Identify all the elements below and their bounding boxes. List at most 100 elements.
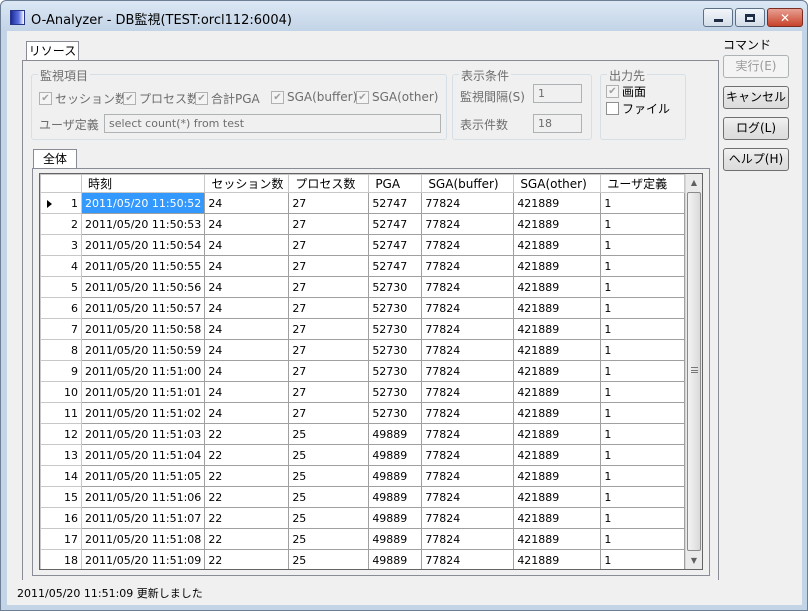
table-cell[interactable]: 2011/05/20 11:50:56	[80, 276, 206, 298]
row-header[interactable]: 3	[40, 234, 82, 256]
table-row[interactable]: 18 2011/05/20 11:51:09 22 25 49889 77824 42188…	[40, 549, 686, 569]
table-row[interactable]: 5 2011/05/20 11:50:56 24 27 52730 77824 421889…	[40, 276, 686, 298]
row-header[interactable]: 1	[40, 192, 82, 214]
table-cell[interactable]: 77824	[421, 213, 515, 235]
table-cell[interactable]: 77824	[421, 192, 515, 214]
table-cell[interactable]: 421889	[513, 255, 602, 277]
table-cell[interactable]: 2011/05/20 11:50:58	[80, 318, 206, 340]
help-button[interactable]: ヘルプ(H)	[723, 148, 789, 171]
table-cell[interactable]: 49889	[368, 507, 423, 529]
table-cell[interactable]: 1	[600, 297, 686, 319]
row-header[interactable]: 13	[40, 444, 82, 466]
table-cell[interactable]: 421889	[513, 318, 602, 340]
row-header[interactable]: 11	[40, 402, 82, 424]
row-header[interactable]: 8	[40, 339, 82, 361]
table-cell[interactable]: 52747	[368, 234, 423, 256]
row-header[interactable]: 10	[40, 381, 82, 403]
table-cell[interactable]: 1	[600, 234, 686, 256]
table-row[interactable]: 13 2011/05/20 11:51:04 22 25 49889 77824 42188…	[40, 444, 686, 466]
output-file-checkbox[interactable]: ファイル	[606, 100, 670, 117]
table-cell[interactable]: 421889	[513, 339, 602, 361]
table-cell[interactable]: 2011/05/20 11:51:00	[80, 360, 206, 382]
table-cell[interactable]: 49889	[368, 465, 423, 487]
column-header-sga-buffer[interactable]: SGA(buffer)	[421, 174, 515, 193]
table-row[interactable]: 8 2011/05/20 11:50:59 24 27 52730 77824 421889…	[40, 339, 686, 361]
row-header[interactable]: 2	[40, 213, 82, 235]
table-cell[interactable]: 22	[204, 549, 290, 569]
run-button[interactable]: 実行(E)	[723, 55, 789, 78]
table-cell[interactable]: 22	[204, 528, 290, 550]
row-header[interactable]: 6	[40, 297, 82, 319]
table-cell[interactable]: 2011/05/20 11:51:08	[80, 528, 206, 550]
table-cell[interactable]: 77824	[421, 297, 515, 319]
row-header[interactable]: 7	[40, 318, 82, 340]
table-cell[interactable]: 2011/05/20 11:50:52	[80, 192, 206, 214]
table-cell[interactable]: 2011/05/20 11:51:04	[80, 444, 206, 466]
row-header[interactable]: 17	[40, 528, 82, 550]
table-cell[interactable]: 1	[600, 528, 686, 550]
table-cell[interactable]: 24	[204, 360, 290, 382]
table-cell[interactable]: 1	[600, 255, 686, 277]
table-cell[interactable]: 421889	[513, 465, 602, 487]
table-row[interactable]: 11 2011/05/20 11:51:02 24 27 52730 77824 42188…	[40, 402, 686, 424]
row-header[interactable]: 18	[40, 549, 82, 569]
table-cell[interactable]: 52730	[368, 360, 423, 382]
table-cell[interactable]: 2011/05/20 11:51:02	[80, 402, 206, 424]
interval-field[interactable]: 1	[533, 84, 582, 103]
table-cell[interactable]: 52747	[368, 255, 423, 277]
table-row[interactable]: 6 2011/05/20 11:50:57 24 27 52730 77824 421889…	[40, 297, 686, 319]
table-cell[interactable]: 2011/05/20 11:51:09	[80, 549, 206, 569]
table-cell[interactable]: 421889	[513, 444, 602, 466]
log-button[interactable]: ログ(L)	[723, 117, 789, 140]
table-cell[interactable]: 2011/05/20 11:50:54	[80, 234, 206, 256]
row-header[interactable]: 16	[40, 507, 82, 529]
table-cell[interactable]: 22	[204, 465, 290, 487]
table-cell[interactable]: 27	[288, 213, 370, 235]
table-row[interactable]: 17 2011/05/20 11:51:08 22 25 49889 77824 42188…	[40, 528, 686, 550]
table-cell[interactable]: 52730	[368, 276, 423, 298]
maximize-button[interactable]	[735, 8, 765, 27]
scroll-down-icon[interactable]: ▼	[686, 552, 702, 569]
row-header[interactable]: 9	[40, 360, 82, 382]
table-cell[interactable]: 22	[204, 486, 290, 508]
table-cell[interactable]: 2011/05/20 11:51:07	[80, 507, 206, 529]
table-cell[interactable]: 1	[600, 549, 686, 569]
table-cell[interactable]: 49889	[368, 528, 423, 550]
table-cell[interactable]: 27	[288, 255, 370, 277]
table-cell[interactable]: 77824	[421, 360, 515, 382]
table-cell[interactable]: 27	[288, 402, 370, 424]
row-header[interactable]: 14	[40, 465, 82, 487]
table-cell[interactable]: 25	[288, 465, 370, 487]
table-cell[interactable]: 421889	[513, 192, 602, 214]
table-cell[interactable]: 25	[288, 528, 370, 550]
table-cell[interactable]: 25	[288, 507, 370, 529]
display-count-field[interactable]: 18	[533, 114, 582, 133]
scroll-up-icon[interactable]: ▲	[686, 174, 702, 191]
table-cell[interactable]: 52747	[368, 192, 423, 214]
table-cell[interactable]: 77824	[421, 423, 515, 445]
table-cell[interactable]: 22	[204, 507, 290, 529]
column-header-processes[interactable]: プロセス数	[288, 174, 370, 193]
table-cell[interactable]: 27	[288, 381, 370, 403]
output-screen-checkbox[interactable]: ✔ 画面	[606, 83, 646, 100]
table-cell[interactable]: 24	[204, 213, 290, 235]
table-cell[interactable]: 421889	[513, 360, 602, 382]
column-header-sga-other[interactable]: SGA(other)	[513, 174, 602, 193]
close-button[interactable]: ✕	[767, 8, 803, 27]
table-cell[interactable]: 49889	[368, 423, 423, 445]
row-header[interactable]: 12	[40, 423, 82, 445]
table-cell[interactable]: 1	[600, 507, 686, 529]
table-cell[interactable]: 421889	[513, 381, 602, 403]
column-header-sessions[interactable]: セッション数	[204, 174, 290, 193]
row-header[interactable]: 5	[40, 276, 82, 298]
table-cell[interactable]: 25	[288, 549, 370, 569]
table-cell[interactable]: 77824	[421, 486, 515, 508]
table-cell[interactable]: 1	[600, 381, 686, 403]
table-cell[interactable]: 27	[288, 192, 370, 214]
table-cell[interactable]: 24	[204, 297, 290, 319]
table-cell[interactable]: 421889	[513, 297, 602, 319]
table-cell[interactable]: 421889	[513, 276, 602, 298]
table-cell[interactable]: 421889	[513, 549, 602, 569]
table-cell[interactable]: 77824	[421, 339, 515, 361]
table-cell[interactable]: 1	[600, 339, 686, 361]
